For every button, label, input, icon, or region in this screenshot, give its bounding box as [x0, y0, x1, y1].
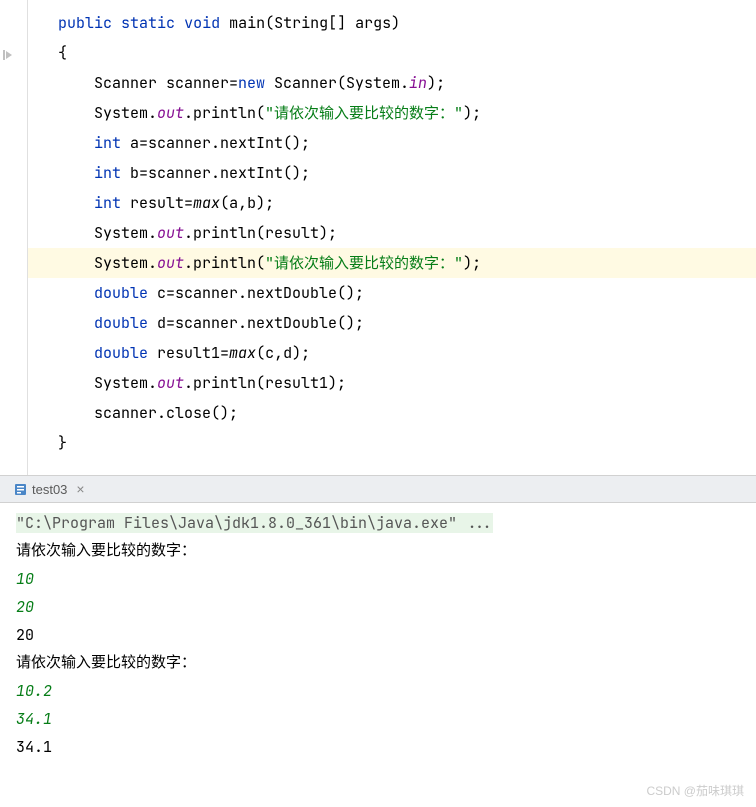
code-line: int result=max(a,b); — [28, 188, 756, 218]
watermark: CSDN @茄味琪琪 — [646, 782, 744, 799]
console-line: 10 — [16, 565, 740, 593]
code-line: public static void main(String[] args) — [28, 8, 756, 38]
code-line: System.out.println(result); — [28, 218, 756, 248]
console-output[interactable]: "C:\Program Files\Java\jdk1.8.0_361\bin\… — [0, 503, 756, 767]
code-line: System.out.println("请依次输入要比较的数字："); — [28, 98, 756, 128]
run-config-icon — [14, 483, 27, 496]
editor-gutter — [0, 0, 28, 475]
code-editor[interactable]: public static void main(String[] args) {… — [0, 0, 756, 475]
console-line: 34.1 — [16, 733, 740, 761]
console-line: 请依次输入要比较的数字： — [16, 649, 740, 677]
code-line: } — [28, 428, 756, 458]
console-line: 请依次输入要比较的数字： — [16, 537, 740, 565]
console-line: 20 — [16, 593, 740, 621]
console-line: 10.2 — [16, 677, 740, 705]
console-line: 20 — [16, 621, 740, 649]
code-line: { — [28, 38, 756, 68]
tab-label: test03 — [32, 482, 67, 497]
code-line: int a=scanner.nextInt(); — [28, 128, 756, 158]
console-line: "C:\Program Files\Java\jdk1.8.0_361\bin\… — [16, 509, 740, 537]
tab-test03[interactable]: test03 × — [6, 478, 93, 500]
code-line-highlighted: System.out.println("请依次输入要比较的数字："); — [28, 248, 756, 278]
code-line: scanner.close(); — [28, 398, 756, 428]
console-tab-bar: test03 × — [0, 475, 756, 503]
collapse-marker-icon[interactable] — [2, 42, 16, 56]
code-line: double c=scanner.nextDouble(); — [28, 278, 756, 308]
code-line: System.out.println(result1); — [28, 368, 756, 398]
console-line: 34.1 — [16, 705, 740, 733]
code-line: double d=scanner.nextDouble(); — [28, 308, 756, 338]
close-icon[interactable]: × — [76, 481, 84, 497]
code-line: double result1=max(c,d); — [28, 338, 756, 368]
code-line: Scanner scanner=new Scanner(System.in); — [28, 68, 756, 98]
code-line: int b=scanner.nextInt(); — [28, 158, 756, 188]
